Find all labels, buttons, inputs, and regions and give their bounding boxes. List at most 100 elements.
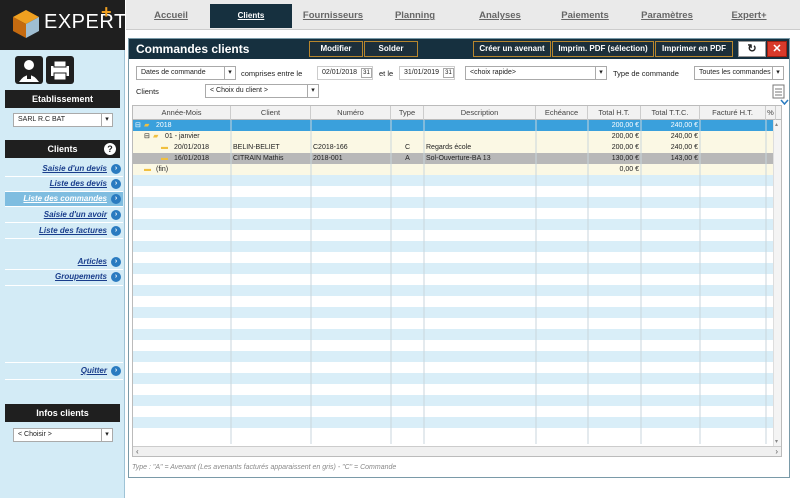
vertical-scrollbar[interactable]: ▴ ▾ [773, 120, 781, 446]
nav-label: Liste des commandes [23, 194, 107, 203]
arrow-right-icon: › [111, 210, 121, 220]
refresh-icon[interactable]: ↻ [738, 41, 766, 57]
clients-header-label: Clients [47, 144, 78, 154]
tab-parametres[interactable]: Paramètres [626, 4, 708, 28]
table-row-month[interactable]: ⊟ ▰ 01 - janvier 200,00 € 240,00 € [133, 131, 773, 142]
arrow-right-icon: › [111, 272, 121, 282]
close-icon[interactable]: ✕ [767, 41, 787, 57]
help-icon[interactable]: ? [104, 143, 116, 155]
creer-avenant-button[interactable]: Créer un avenant [473, 41, 551, 57]
row-stripe [133, 373, 773, 384]
infos-clients-select[interactable]: < Choisir > ▾ [13, 428, 113, 442]
tab-analyses[interactable]: Analyses [456, 4, 544, 28]
col-percent[interactable]: % [766, 106, 776, 120]
client-select[interactable]: < Choix du client > ▾ [205, 84, 319, 98]
chevron-up-icon[interactable]: ▴ [775, 121, 778, 128]
nav-saisie-avoir[interactable]: Saisie d'un avoir › [5, 208, 123, 222]
divider [5, 206, 123, 207]
solder-button[interactable]: Solder [364, 41, 418, 57]
col-facture-ht[interactable]: Facturé H.T. [700, 106, 766, 120]
folder-icon: ▬ [144, 166, 151, 173]
cell-type: C [404, 144, 411, 151]
nav-articles[interactable]: Articles › [5, 255, 123, 269]
etablissement-header: Etablissement [5, 90, 120, 108]
row-stripe [133, 395, 773, 406]
table-header: Année-Mois Client Numéro Type Descriptio… [133, 106, 781, 120]
chevron-down-icon: ▾ [101, 114, 112, 126]
page-title: Commandes clients [136, 42, 250, 56]
type-select[interactable]: Toutes les commandes ▾ [694, 66, 784, 80]
tab-paiements[interactable]: Paiements [544, 4, 626, 28]
infos-clients-header: Infos clients [5, 404, 120, 422]
tab-planning[interactable]: Planning [374, 4, 456, 28]
modifier-button[interactable]: Modifier [309, 41, 363, 57]
col-type[interactable]: Type [391, 106, 424, 120]
horizontal-scrollbar[interactable]: ‹ › [133, 446, 781, 456]
arrow-right-icon: › [111, 257, 121, 267]
col-echeance[interactable]: Echéance [536, 106, 588, 120]
cell-month: 01 - janvier [165, 133, 200, 140]
chevron-down-icon: ▾ [224, 67, 235, 79]
user-profile-icon[interactable] [15, 56, 43, 84]
nav-liste-devis[interactable]: Liste des devis › [5, 177, 123, 191]
cell-date: 16/01/2018 [174, 155, 210, 162]
nav-liste-commandes[interactable]: Liste des commandes › [5, 192, 123, 206]
col-total-ttc[interactable]: Total T.T.C. [641, 106, 700, 120]
date-type-select[interactable]: Dates de commande ▾ [136, 66, 236, 80]
printer-icon[interactable] [46, 56, 74, 84]
chevron-down-icon[interactable]: ▾ [775, 438, 778, 445]
divider [5, 362, 123, 363]
row-stripe [133, 208, 773, 219]
col-total-ht[interactable]: Total H.T. [588, 106, 641, 120]
tab-fournisseurs[interactable]: Fournisseurs [292, 4, 374, 28]
table-row-avenant[interactable]: ▬ 16/01/2018 CITRAIN Mathis 2018-001 A S… [133, 153, 773, 164]
nav-saisie-devis[interactable]: Saisie d'un devis › [5, 162, 123, 176]
type-legend-note: Type : "A" = Avenant (Les avenants factu… [132, 464, 397, 471]
imprimer-pdf-button[interactable]: Imprimer en PDF [655, 41, 733, 57]
chevron-left-icon[interactable]: ‹ [136, 447, 139, 456]
folder-icon: ▬ [161, 144, 168, 151]
table-row-fin[interactable]: ▬ (fin) 0,00 € [133, 164, 773, 175]
col-description[interactable]: Description [424, 106, 536, 120]
cell-description: Sol-Ouverture-BA 13 [426, 155, 491, 162]
chevron-right-icon[interactable]: › [775, 447, 778, 456]
date-from-input[interactable]: 02/01/2018 31 [317, 66, 373, 80]
date-from-value: 02/01/2018 [322, 69, 358, 76]
and-label: et le [379, 69, 394, 78]
imprim-pdf-selection-button[interactable]: Imprim. PDF (sélection) [552, 41, 654, 57]
collapse-icon[interactable]: ⊟ [144, 131, 152, 142]
calendar-icon[interactable]: 31 [443, 68, 454, 78]
row-stripe [133, 406, 773, 417]
collapse-icon[interactable]: ⊟ [135, 120, 143, 131]
table-row[interactable]: ▬ 20/01/2018 BELIN-BELIET C2018-166 C Re… [133, 142, 773, 153]
nav-liste-factures[interactable]: Liste des factures › [5, 224, 123, 238]
arrow-right-icon: › [111, 226, 121, 236]
divider [5, 379, 123, 380]
top-tab-bar: Accueil Clients Fournisseurs Planning An… [126, 0, 800, 30]
nav-groupements[interactable]: Groupements › [5, 270, 123, 284]
cube-logo-icon [13, 10, 39, 38]
table-row-year[interactable]: ⊟ ▰ 2018 200,00 € 240,00 € [133, 120, 773, 131]
tab-expert-plus[interactable]: Expert+ [708, 4, 790, 28]
date-type-value: Dates de commande [141, 69, 206, 76]
folder-icon: ▬ [161, 155, 168, 162]
col-annee-mois[interactable]: Année-Mois [133, 106, 231, 120]
tab-clients[interactable]: Clients [210, 4, 292, 28]
nav-quitter[interactable]: Quitter › [5, 364, 123, 378]
col-numero[interactable]: Numéro [311, 106, 391, 120]
nav-label: Articles [77, 257, 107, 266]
nav-label: Quitter [80, 366, 107, 375]
row-stripe [133, 175, 773, 186]
sidebar: EXPERT + Etablissement SARL R.C BAT ▾ Cl… [0, 0, 126, 498]
etablissement-select[interactable]: SARL R.C BAT ▾ [13, 113, 113, 127]
col-client[interactable]: Client [231, 106, 311, 120]
date-to-input[interactable]: 31/01/2019 31 [399, 66, 455, 80]
tab-accueil[interactable]: Accueil [131, 4, 211, 28]
row-stripe [133, 186, 773, 197]
quick-choice-select[interactable]: <choix rapide> ▾ [465, 66, 607, 80]
row-stripe [133, 219, 773, 230]
row-stripe [133, 307, 773, 318]
cell-type: A [405, 155, 410, 162]
calendar-icon[interactable]: 31 [361, 68, 372, 78]
export-document-icon[interactable] [772, 84, 785, 99]
